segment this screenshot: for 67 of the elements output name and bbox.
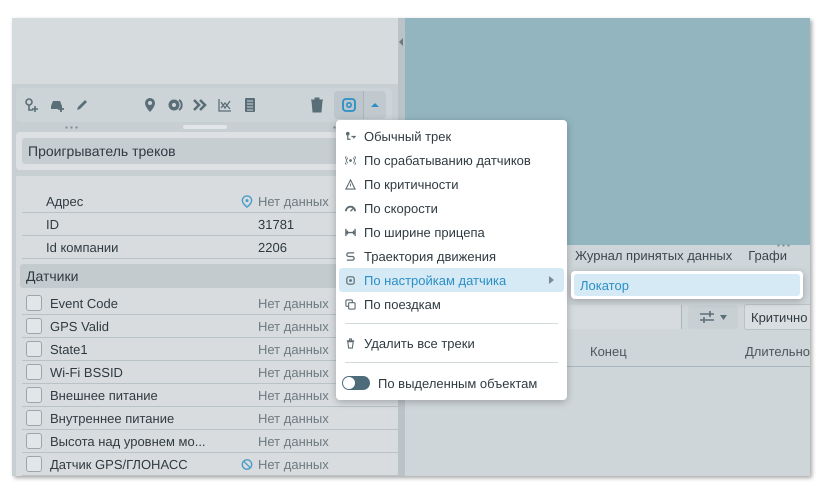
double-chevron-icon[interactable] [192,97,208,113]
sensor-value: Нет данных [258,434,329,448]
settings-icon [340,97,356,113]
sensor-label: Внешнее питание [50,388,159,402]
property-label: Адрес [45,194,84,208]
location-icon [241,194,253,208]
signal-icon [345,154,356,166]
tab[interactable]: Журнал принятых данных [575,248,732,266]
checkbox[interactable] [26,387,42,403]
chip-icon [345,274,356,286]
track-icon [345,130,356,142]
settings-button[interactable] [334,91,364,119]
sensor-label: Датчик GPS/ГЛОНАСС [50,456,189,472]
width-icon [345,226,356,238]
checkbox[interactable] [26,295,42,311]
route-icon [345,250,356,262]
toggle-label: По выделенным объектам [378,376,538,390]
menu-item[interactable]: Траектория движения [339,244,564,268]
resize-handle[interactable] [64,126,78,128]
circles-icon[interactable] [166,97,182,113]
sliders-icon [699,310,715,324]
property-label: ID [45,216,60,232]
pencil-icon[interactable] [74,97,90,113]
copy-icon [345,298,356,310]
checkbox[interactable] [26,410,42,426]
checkbox[interactable] [26,341,42,357]
route-add-icon[interactable] [24,97,40,113]
menu-item[interactable]: По скорости [339,196,564,220]
filter-dropdown[interactable]: Критично [744,304,810,330]
submenu-arrow-icon [549,276,554,284]
resize-handle[interactable] [776,244,790,247]
menu-item[interactable]: Удалить все треки [339,331,564,355]
sensor-value: Нет данных [258,388,329,402]
tab[interactable]: Графи [748,248,787,266]
toggle-switch[interactable] [342,376,370,390]
sensor-value: Нет данных [258,456,329,472]
property-value: 2206 [258,240,287,254]
sensor-value: Нет данных [258,410,329,426]
property-value: 31781 [258,216,294,232]
sensor-value: Нет данных [258,364,329,380]
trash-icon [345,338,356,348]
sensor-label: Wi-Fi BSSID [50,364,124,380]
sensor-label: Event Code [50,296,119,310]
sensor-value: Нет данных [258,318,329,334]
column-header[interactable]: Конец [590,344,627,358]
menu-item[interactable]: По ширине прицепа [339,220,564,244]
property-value: Нет данных [258,194,329,208]
column-header[interactable]: Длительно [744,344,810,358]
chart-icon[interactable] [216,97,232,113]
sensor-value: Нет данных [258,342,329,356]
menu-item[interactable]: По поездкам [339,292,564,316]
checkbox[interactable] [26,364,42,380]
menu-item[interactable]: По критичности [339,172,564,196]
sensor-label: GPS Valid [50,318,110,334]
checkbox[interactable] [26,433,42,449]
checkbox[interactable] [26,318,42,334]
caret-icon [720,314,727,320]
sensor-label: Высота над уровнем мо... [50,434,207,448]
sensor-label: State1 [50,342,89,356]
sensor-label: Внутреннее питание [50,410,176,426]
caret-icon [371,102,379,108]
warning-icon [345,178,356,190]
filter-button[interactable] [688,305,738,329]
property-label: Id компании [45,240,120,254]
sensor-value: Нет данных [258,296,329,310]
checkbox[interactable] [26,456,42,472]
trash-icon[interactable] [309,97,325,113]
